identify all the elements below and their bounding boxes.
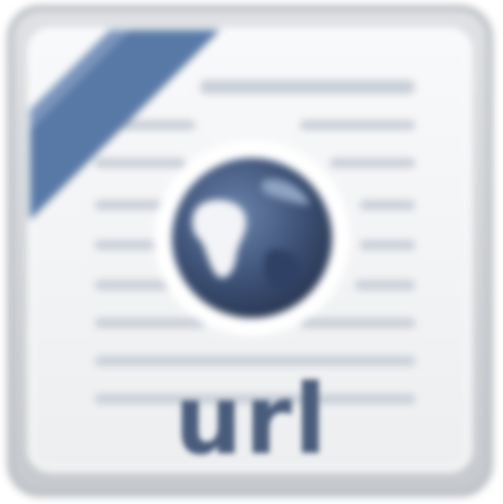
url-file-icon-canvas: url — [0, 0, 503, 504]
globe-icon — [172, 158, 332, 318]
url-label: url — [174, 364, 329, 476]
